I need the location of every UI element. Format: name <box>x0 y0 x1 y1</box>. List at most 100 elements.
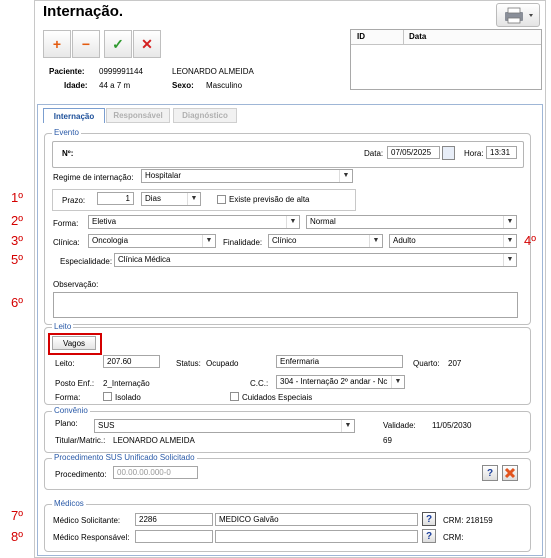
previsao-alta-checkbox[interactable] <box>217 195 226 204</box>
observacao-textarea[interactable] <box>53 292 518 318</box>
chevron-down-icon: ▼ <box>202 235 215 247</box>
chevron-down-icon: ▼ <box>339 170 352 182</box>
responsavel-crm-label: CRM: <box>443 533 464 542</box>
evento-legend: Evento <box>52 128 81 137</box>
data-input[interactable]: 07/05/2025 <box>387 146 440 159</box>
check-icon: ✓ <box>112 35 124 52</box>
forma-tipo-select[interactable]: Normal ▼ <box>306 215 517 229</box>
sexo-label: Sexo: <box>172 81 194 90</box>
hora-label: Hora: <box>464 149 484 158</box>
vagos-button[interactable]: Vagos <box>52 336 96 350</box>
idade-value: 44 a 7 m <box>99 81 131 90</box>
quarto-value: 207 <box>448 359 462 368</box>
leito-input[interactable]: 207.60 <box>103 355 160 368</box>
paciente-name: LEONARDO ALMEIDA <box>172 67 254 76</box>
clinica-label: Clínica: <box>53 238 80 247</box>
posto-label: Posto Enf.: <box>55 379 95 388</box>
cc-select[interactable]: 304 - Internação 2º andar - Nc ▼ <box>276 375 405 389</box>
procedimento-help-button[interactable]: ? <box>482 465 498 481</box>
status-value: Ocupado <box>206 359 239 368</box>
annotation-7: 7º <box>11 508 23 523</box>
especialidade-select[interactable]: Clínica Médica ▼ <box>114 253 517 267</box>
cuidados-especiais-label: Cuidados Especiais <box>242 393 313 402</box>
medicos-group <box>44 504 531 552</box>
clear-icon <box>504 467 516 479</box>
finalidade-select[interactable]: Clínico ▼ <box>268 234 383 248</box>
minus-icon: − <box>81 36 91 52</box>
especialidade-label: Especialidade: <box>60 257 113 266</box>
confirm-button[interactable]: ✓ <box>104 30 132 58</box>
annotation-5: 5º <box>11 252 23 267</box>
clinica-select[interactable]: Oncologia ▼ <box>88 234 216 248</box>
responsavel-help-button[interactable]: ? <box>422 529 436 543</box>
chevron-down-icon: ▼ <box>391 376 404 388</box>
cancel-button[interactable]: ✕ <box>133 30 161 58</box>
add-button[interactable]: + <box>43 30 71 58</box>
chevron-down-icon: ▼ <box>503 216 516 228</box>
procedimento-label: Procedimento: <box>55 470 107 479</box>
regime-label: Regime de internação: <box>53 173 134 182</box>
prazo-unit-select[interactable]: Dias ▼ <box>141 192 201 206</box>
tab-internacao[interactable]: Internação <box>43 108 105 123</box>
annotation-1: 1º <box>11 190 23 205</box>
status-label: Status: <box>176 359 201 368</box>
annotation-6: 6º <box>11 295 23 310</box>
faixa-etaria-select[interactable]: Adulto ▼ <box>389 234 517 248</box>
prazo-input[interactable]: 1 <box>97 192 134 205</box>
regime-select[interactable]: Hospitalar ▼ <box>141 169 353 183</box>
procedimento-clear-button[interactable] <box>502 465 518 481</box>
printer-icon <box>505 7 533 24</box>
grid-col-id: ID <box>357 32 365 41</box>
forma-select[interactable]: Eletiva ▼ <box>88 215 300 229</box>
print-button[interactable] <box>496 3 540 27</box>
solicitante-name-input[interactable]: MEDICO Galvão <box>215 513 418 526</box>
titular-label: Titular/Matric.: <box>55 436 106 445</box>
question-icon: ? <box>486 467 494 479</box>
question-icon: ? <box>425 530 433 542</box>
observacao-label: Observação: <box>53 280 99 289</box>
responsavel-code-input[interactable] <box>135 530 213 543</box>
validade-label: Validade: <box>383 421 416 430</box>
chevron-down-icon: ▼ <box>341 420 354 432</box>
chevron-down-icon: ▼ <box>286 216 299 228</box>
data-label: Data: <box>364 149 384 158</box>
chevron-down-icon: ▼ <box>187 193 200 205</box>
chevron-down-icon: ▼ <box>503 235 516 247</box>
annotation-3: 3º <box>11 233 23 248</box>
responsavel-name-input[interactable] <box>215 530 418 543</box>
remove-button[interactable]: − <box>72 30 100 58</box>
leito-legend: Leito <box>52 322 74 331</box>
annotation-8: 8º <box>11 529 23 544</box>
previsao-alta-label: Existe previsão de alta <box>229 195 310 204</box>
posto-value: 2_Internação <box>103 379 150 388</box>
grid-col-data: Data <box>409 32 427 41</box>
procedimento-input[interactable]: 00.00.00.000-0 <box>113 466 198 479</box>
internacao-grid[interactable]: ID Data <box>350 29 542 90</box>
chevron-down-icon: ▼ <box>503 254 516 266</box>
plano-label: Plano: <box>55 419 78 428</box>
hora-input[interactable]: 13:31 <box>486 146 517 159</box>
x-icon: ✕ <box>141 35 153 52</box>
calendar-icon[interactable] <box>442 146 455 160</box>
cuidados-especiais-checkbox[interactable] <box>230 392 239 401</box>
solicitante-label: Médico Solicitante: <box>53 516 121 525</box>
convenio-legend: Convênio <box>52 406 90 415</box>
prazo-label: Prazo: <box>62 196 86 205</box>
annotation-4: 4º <box>524 233 536 248</box>
tab-responsavel[interactable]: Responsável <box>106 108 170 123</box>
plano-select[interactable]: SUS ▼ <box>94 419 355 433</box>
tipo-leito-input[interactable]: Enfermaria <box>276 355 403 368</box>
window-title: Internação. <box>43 3 124 20</box>
solicitante-help-button[interactable]: ? <box>422 512 436 526</box>
idade-label: Idade: <box>64 81 88 90</box>
cc-label: C.C.: <box>250 379 269 388</box>
plus-icon: + <box>52 36 62 52</box>
solicitante-crm-label: CRM: <box>443 516 464 525</box>
chevron-down-icon: ▼ <box>369 235 382 247</box>
tab-diagnostico[interactable]: Diagnóstico <box>173 108 237 123</box>
isolado-checkbox[interactable] <box>103 392 112 401</box>
validade-value: 11/05/2030 <box>432 421 472 430</box>
finalidade-label: Finalidade: <box>223 238 263 247</box>
numero-label: Nº: <box>62 149 74 158</box>
solicitante-code-input[interactable]: 2286 <box>135 513 213 526</box>
